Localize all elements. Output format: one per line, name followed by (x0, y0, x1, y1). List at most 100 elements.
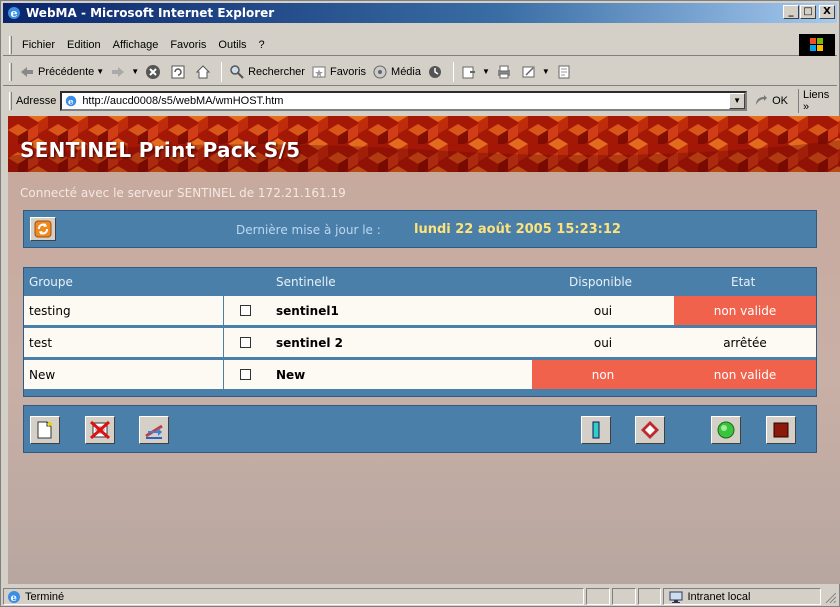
delete-document-icon (90, 420, 110, 440)
resize-grip-icon[interactable] (823, 590, 837, 604)
row-group: test (24, 328, 224, 357)
forward-arrow-icon (112, 66, 125, 77)
header-sentinel: Sentinelle (276, 275, 336, 289)
row-checkbox[interactable] (240, 337, 251, 348)
document-icon (558, 65, 570, 78)
media-icon (373, 65, 387, 78)
svg-text:e: e (11, 7, 18, 20)
page-content: SENTINEL Print Pack S/5 Connecté avec le… (8, 116, 840, 584)
menu-fichier[interactable]: Fichier (16, 39, 61, 51)
menu-grip[interactable] (9, 35, 12, 54)
row-available: non (532, 360, 674, 389)
home-icon (195, 64, 211, 78)
stop-sentinel-button[interactable] (766, 416, 796, 444)
discuss-button[interactable] (553, 64, 578, 80)
toolbar-separator (453, 61, 454, 82)
invalidate-button[interactable] (635, 416, 665, 444)
last-update-label: Dernière mise à jour le : (236, 223, 381, 237)
new-sentinel-button[interactable] (30, 416, 60, 444)
ie-logo-icon: e (8, 7, 20, 20)
delete-sentinel-button[interactable] (85, 416, 115, 444)
address-dropdown-icon[interactable]: ▼ (729, 93, 746, 109)
window-title: WebMA - Microsoft Internet Explorer (26, 6, 275, 20)
search-button[interactable]: Rechercher (226, 64, 308, 80)
mail-button[interactable]: ▼ (458, 64, 493, 80)
diamond-icon (641, 421, 659, 439)
toolbar-grip[interactable] (9, 62, 12, 81)
menu-help[interactable]: ? (253, 39, 271, 51)
address-grip[interactable] (9, 92, 12, 110)
favorites-label: Favoris (329, 65, 367, 78)
back-button[interactable]: Précédente ▼ (16, 64, 107, 80)
back-dropdown-icon[interactable]: ▼ (96, 67, 104, 76)
row-sentinel: New (276, 367, 306, 382)
page-done-icon: e (8, 590, 20, 604)
history-button[interactable] (424, 64, 449, 80)
stop-button[interactable] (142, 64, 167, 80)
mail-dropdown-icon[interactable]: ▼ (482, 67, 490, 76)
windows-logo-icon (799, 34, 835, 56)
address-input[interactable]: e http://aucd0008/s5/webMA/wmHOST.htm ▼ (60, 91, 748, 111)
maximize-button[interactable]: □ (800, 5, 816, 19)
row-checkbox[interactable] (240, 305, 251, 316)
header-available: Disponible (569, 275, 633, 289)
go-button[interactable]: OK (753, 93, 788, 109)
row-group: testing (24, 296, 224, 325)
home-button[interactable] (192, 64, 217, 80)
mail-icon (462, 66, 475, 78)
info-bar-icon (592, 421, 600, 439)
row-state: non valide (674, 360, 816, 389)
refresh-bar: Dernière mise à jour le : lundi 22 août … (23, 210, 817, 248)
row-available: oui (593, 335, 613, 350)
move-sentinel-button[interactable] (139, 416, 169, 444)
menu-bar: Fichier Edition Affichage Favoris Outils… (3, 34, 837, 56)
printer-icon (497, 65, 510, 78)
security-zone: Intranet local (663, 588, 822, 605)
standard-toolbar: Précédente ▼ ▼ Rechercher Favoris Média (3, 58, 837, 86)
last-update-value: lundi 22 août 2005 15:23:12 (414, 222, 621, 237)
back-label: Précédente (38, 65, 95, 78)
zone-label: Intranet local (687, 590, 751, 603)
favorites-icon (312, 66, 326, 77)
stop-square-icon (773, 422, 789, 438)
forward-dropdown-icon[interactable]: ▼ (131, 67, 139, 76)
table-header: Groupe Sentinelle Disponible Etat (24, 268, 816, 296)
refresh-icon (171, 65, 185, 78)
close-button[interactable]: X (819, 5, 835, 19)
edit-button[interactable]: ▼ (518, 64, 553, 80)
row-state: arrêtée (723, 335, 767, 350)
menu-outils[interactable]: Outils (212, 39, 252, 51)
back-arrow-icon (21, 66, 33, 77)
menu-favoris[interactable]: Favoris (164, 39, 212, 51)
address-url: http://aucd0008/s5/webMA/wmHOST.htm (82, 95, 284, 107)
table-row[interactable]: test sentinel 2 oui arrêtée (24, 328, 816, 357)
refresh-button[interactable] (30, 217, 56, 241)
print-button[interactable] (493, 64, 518, 80)
status-text: Terminé (25, 590, 65, 603)
start-button[interactable] (711, 416, 741, 444)
minimize-button[interactable]: _ (783, 5, 799, 19)
table-row[interactable]: New New non non valide (24, 360, 816, 389)
row-checkbox[interactable] (240, 369, 251, 380)
forward-button[interactable]: ▼ (107, 64, 142, 80)
edit-dropdown-icon[interactable]: ▼ (542, 67, 550, 76)
title-bar[interactable]: e WebMA - Microsoft Internet Explorer _ … (3, 3, 837, 23)
page-icon: e (66, 95, 77, 108)
media-button[interactable]: Média (369, 64, 424, 80)
connection-status: Connecté avec le serveur SENTINEL de 172… (20, 186, 346, 200)
row-sentinel: sentinel1 (276, 303, 339, 318)
header-group: Groupe (29, 275, 73, 289)
media-label: Média (391, 65, 421, 78)
row-state: non valide (674, 296, 816, 325)
go-label: OK (772, 95, 788, 107)
info-button[interactable] (581, 416, 611, 444)
menu-edition[interactable]: Edition (61, 39, 107, 51)
favorites-button[interactable]: Favoris (308, 64, 369, 80)
links-button[interactable]: Liens » (797, 89, 837, 113)
refresh-page-button[interactable] (167, 64, 192, 80)
search-label: Rechercher (248, 65, 305, 78)
toolbar-separator (221, 61, 223, 82)
status-bar: e Terminé Intranet local (3, 587, 837, 606)
table-row[interactable]: testing sentinel1 oui non valide (24, 296, 816, 325)
menu-affichage[interactable]: Affichage (107, 39, 165, 51)
